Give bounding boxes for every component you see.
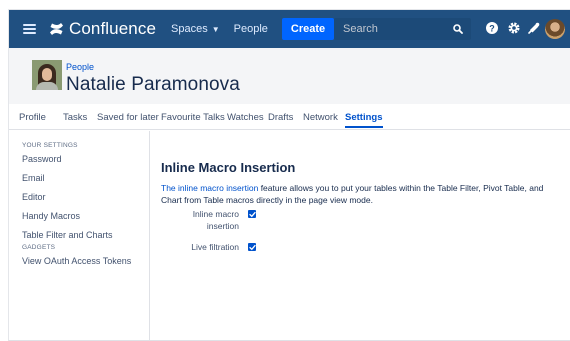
sidebar-item-table-filter-and-charts[interactable]: Table Filter and Charts	[22, 230, 113, 240]
sidebar-item-password[interactable]: Password	[22, 154, 62, 164]
search-placeholder: Search	[343, 23, 378, 35]
tab-saved-for-later[interactable]: Saved for later	[97, 112, 159, 123]
breadcrumb-people-link[interactable]: People	[66, 62, 94, 72]
logo-text: Confluence	[69, 19, 157, 38]
tab-drafts[interactable]: Drafts	[268, 112, 293, 123]
profile-picture	[32, 60, 62, 90]
gear-icon[interactable]	[507, 21, 521, 35]
top-navigation: Confluence Spaces ▼ People Create ··· Se…	[9, 10, 570, 48]
sidebar-item-email[interactable]: Email	[22, 173, 45, 183]
confluence-logo-icon	[50, 23, 63, 35]
svg-text:?: ?	[489, 24, 495, 34]
spaces-menu[interactable]: Spaces ▼	[171, 23, 220, 35]
checkmark-icon	[248, 244, 256, 250]
tab-network[interactable]: Network	[303, 112, 338, 123]
tab-tasks[interactable]: Tasks	[63, 112, 87, 123]
live-filtration-label: Live filtration	[191, 242, 239, 252]
inline-macro-insertion-link[interactable]: The inline macro insertion	[161, 183, 258, 193]
sidebar-item-view-oauth-access-tokens[interactable]: View OAuth Access Tokens	[22, 256, 131, 266]
tab-profile[interactable]: Profile	[19, 112, 46, 123]
user-name: Natalie Paramonova	[66, 74, 240, 95]
profile-tabs: Profile Tasks Saved for later Favourite …	[9, 104, 570, 130]
inline-macro-insertion-label: Inline macro insertion	[192, 209, 239, 231]
spaces-label: Spaces	[171, 23, 208, 35]
app-window: Confluence Spaces ▼ People Create ··· Se…	[8, 9, 570, 341]
search-input[interactable]: Search	[334, 18, 471, 40]
notifications-icon[interactable]	[527, 21, 541, 35]
live-filtration-checkbox[interactable]	[248, 243, 256, 251]
profile-header: People Natalie Paramonova	[9, 48, 570, 104]
tab-watches[interactable]: Watches	[227, 112, 264, 123]
tab-settings[interactable]: Settings	[345, 112, 382, 123]
inline-macro-insertion-checkbox[interactable]	[248, 210, 256, 218]
feature-description: The inline macro insertion feature allow…	[161, 182, 561, 206]
create-button[interactable]: Create	[281, 18, 335, 40]
tab-favourite-talks[interactable]: Favourite Talks	[161, 112, 225, 123]
active-tab-indicator	[345, 126, 383, 128]
menu-icon[interactable]	[23, 24, 36, 34]
help-icon[interactable]: ?	[485, 21, 499, 35]
confluence-logo[interactable]: Confluence	[49, 19, 156, 39]
settings-sidebar: YOUR SETTINGS Password Email Editor Hand…	[9, 131, 150, 340]
checkmark-icon	[248, 211, 256, 217]
sidebar-item-editor[interactable]: Editor	[22, 192, 46, 202]
sidebar-heading-gadgets: GADGETS	[22, 244, 56, 251]
chevron-down-icon: ▼	[211, 24, 220, 34]
sidebar-item-handy-macros[interactable]: Handy Macros	[22, 211, 80, 221]
people-link[interactable]: People	[234, 23, 268, 35]
user-avatar[interactable]	[545, 19, 565, 39]
search-icon	[453, 24, 463, 34]
page-title: Inline Macro Insertion	[161, 160, 296, 175]
sidebar-heading-your-settings: YOUR SETTINGS	[22, 142, 78, 149]
